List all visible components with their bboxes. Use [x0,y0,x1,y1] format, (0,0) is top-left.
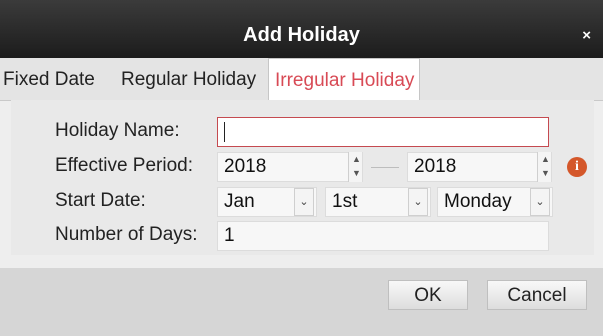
week-select[interactable]: 1st ⌄ [325,187,431,217]
effective-period-to-input[interactable]: 2018 ▲ ▼ [407,152,552,182]
from-spinner[interactable]: ▲ ▼ [348,152,362,182]
text-cursor [224,122,225,142]
chevron-down-icon[interactable]: ⌄ [530,188,550,216]
holiday-name-label: Holiday Name: [55,120,180,141]
dialog-title: Add Holiday [243,24,360,46]
number-of-days-label: Number of Days: [55,224,198,245]
title-bar[interactable]: Add Holiday × [0,0,603,58]
effective-period-label: Effective Period: [55,155,194,176]
info-icon[interactable]: i [567,157,587,177]
tab-irregular-holiday[interactable]: Irregular Holiday [268,58,420,101]
day-select[interactable]: Monday ⌄ [437,187,553,217]
to-spinner[interactable]: ▲ ▼ [537,152,551,182]
number-of-days-input[interactable]: 1 [217,221,549,251]
spin-up-icon[interactable]: ▲ [541,154,550,164]
tab-fixed-date[interactable]: Fixed Date [0,58,118,100]
close-icon[interactable]: × [582,27,591,44]
holiday-name-input[interactable] [217,117,549,147]
form-body: Holiday Name: Effective Period: 2018 ▲ ▼… [11,100,594,255]
effective-period-from-input[interactable]: 2018 ▲ ▼ [217,152,363,182]
month-select[interactable]: Jan ⌄ [217,187,317,217]
dialog-footer: OK Cancel [0,268,603,336]
chevron-down-icon[interactable]: ⌄ [408,188,428,216]
chevron-down-icon[interactable]: ⌄ [294,188,314,216]
tab-bar: Fixed Date Regular Holiday Irregular Hol… [0,58,603,101]
spin-down-icon[interactable]: ▼ [541,168,550,178]
add-holiday-dialog: Add Holiday × Fixed Date Regular Holiday… [0,0,603,336]
period-separator [371,167,399,168]
ok-button[interactable]: OK [388,280,468,310]
spin-down-icon[interactable]: ▼ [352,168,361,178]
cancel-button[interactable]: Cancel [487,280,587,310]
spin-up-icon[interactable]: ▲ [352,154,361,164]
tab-regular-holiday[interactable]: Regular Holiday [121,58,270,100]
start-date-label: Start Date: [55,190,146,211]
